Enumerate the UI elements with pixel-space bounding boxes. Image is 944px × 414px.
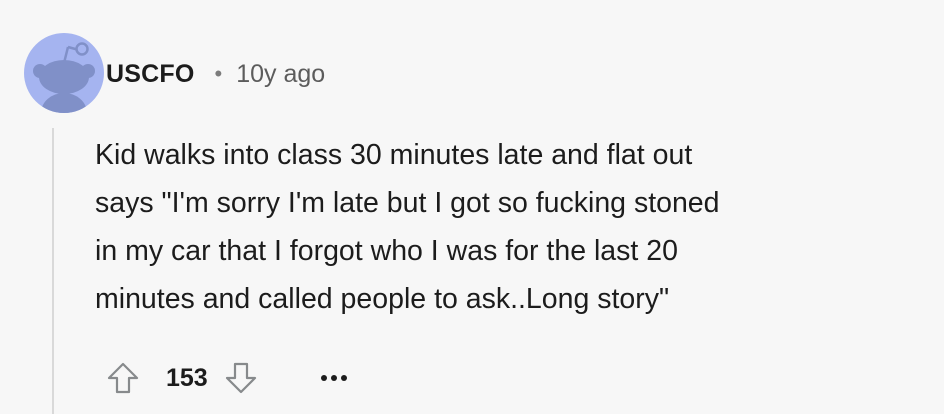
downvote-arrow-icon: [225, 362, 256, 394]
meta-separator: •: [214, 61, 223, 86]
user-avatar[interactable]: [24, 33, 104, 113]
comment: USCFO • 10y ago Kid walks into class 30 …: [0, 0, 944, 414]
vote-score: 153: [166, 363, 208, 392]
upvote-button[interactable]: [104, 359, 142, 397]
comment-actions: 153: [104, 358, 352, 398]
snoo-avatar-icon: [33, 42, 95, 113]
upvote-arrow-icon: [107, 362, 139, 394]
thread-line[interactable]: [52, 128, 54, 414]
more-options-button[interactable]: [316, 359, 352, 397]
username-link[interactable]: USCFO: [106, 60, 195, 89]
comment-body: Kid walks into class 30 minutes late and…: [95, 139, 720, 315]
more-options-icon: [320, 375, 347, 381]
comment-meta: USCFO • 10y ago: [106, 56, 325, 92]
downvote-button[interactable]: [222, 359, 260, 397]
comment-timestamp: 10y ago: [236, 59, 326, 88]
